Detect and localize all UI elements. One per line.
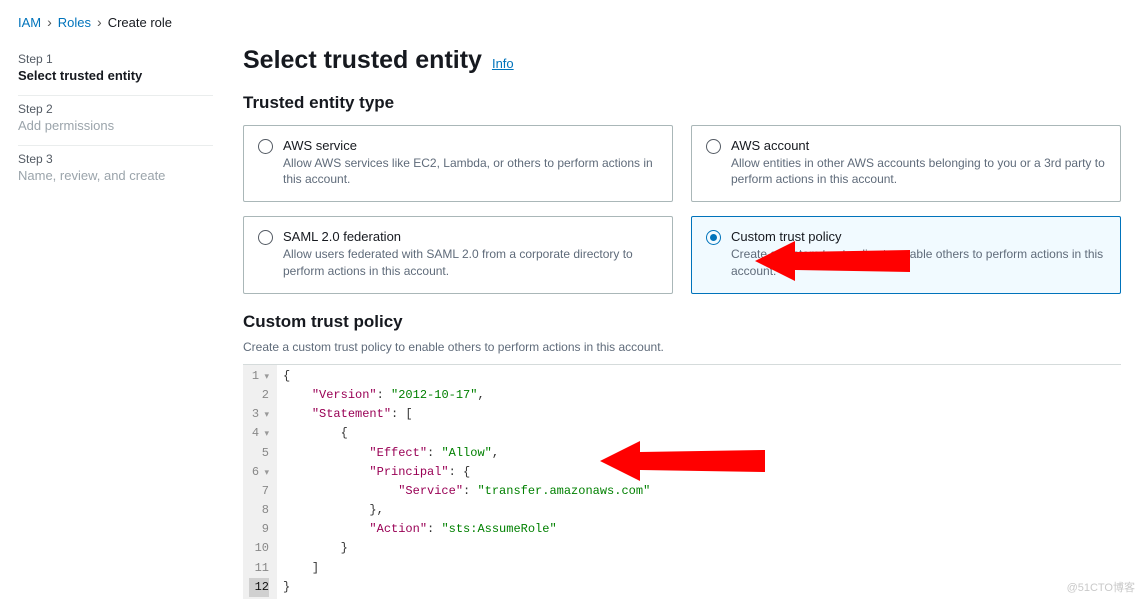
radio-icon bbox=[706, 230, 721, 245]
breadcrumb-current: Create role bbox=[108, 15, 172, 30]
option-aws-service[interactable]: AWS service Allow AWS services like EC2,… bbox=[243, 125, 673, 202]
policy-editor[interactable]: 123456789101112 { "Version": "2012-10-17… bbox=[243, 364, 1121, 599]
editor-code[interactable]: { "Version": "2012-10-17", "Statement": … bbox=[277, 365, 1121, 599]
option-custom-trust-policy[interactable]: Custom trust policy Create a custom trus… bbox=[691, 216, 1121, 293]
radio-icon bbox=[258, 139, 273, 154]
wizard-step-3[interactable]: Step 3 Name, review, and create bbox=[18, 146, 213, 195]
chevron-right-icon: › bbox=[97, 14, 102, 30]
custom-trust-policy-heading: Custom trust policy bbox=[243, 312, 1121, 332]
editor-gutter: 123456789101112 bbox=[243, 365, 277, 599]
wizard-step-1[interactable]: Step 1 Select trusted entity bbox=[18, 46, 213, 96]
info-link[interactable]: Info bbox=[492, 56, 514, 71]
chevron-right-icon: › bbox=[47, 14, 52, 30]
breadcrumb-iam[interactable]: IAM bbox=[18, 15, 41, 30]
radio-icon bbox=[706, 139, 721, 154]
radio-icon bbox=[258, 230, 273, 245]
breadcrumb: IAM › Roles › Create role bbox=[18, 14, 1127, 30]
custom-trust-policy-desc: Create a custom trust policy to enable o… bbox=[243, 340, 1121, 354]
wizard-steps: Step 1 Select trusted entity Step 2 Add … bbox=[18, 46, 213, 599]
watermark: @51CTO博客 bbox=[1067, 579, 1135, 595]
entity-type-options: AWS service Allow AWS services like EC2,… bbox=[243, 125, 1121, 294]
section-entity-type-heading: Trusted entity type bbox=[243, 93, 1121, 113]
page-title: Select trusted entity Info bbox=[243, 46, 1121, 75]
option-aws-account[interactable]: AWS account Allow entities in other AWS … bbox=[691, 125, 1121, 202]
option-saml-federation[interactable]: SAML 2.0 federation Allow users federate… bbox=[243, 216, 673, 293]
breadcrumb-roles[interactable]: Roles bbox=[58, 15, 91, 30]
wizard-step-2[interactable]: Step 2 Add permissions bbox=[18, 96, 213, 146]
